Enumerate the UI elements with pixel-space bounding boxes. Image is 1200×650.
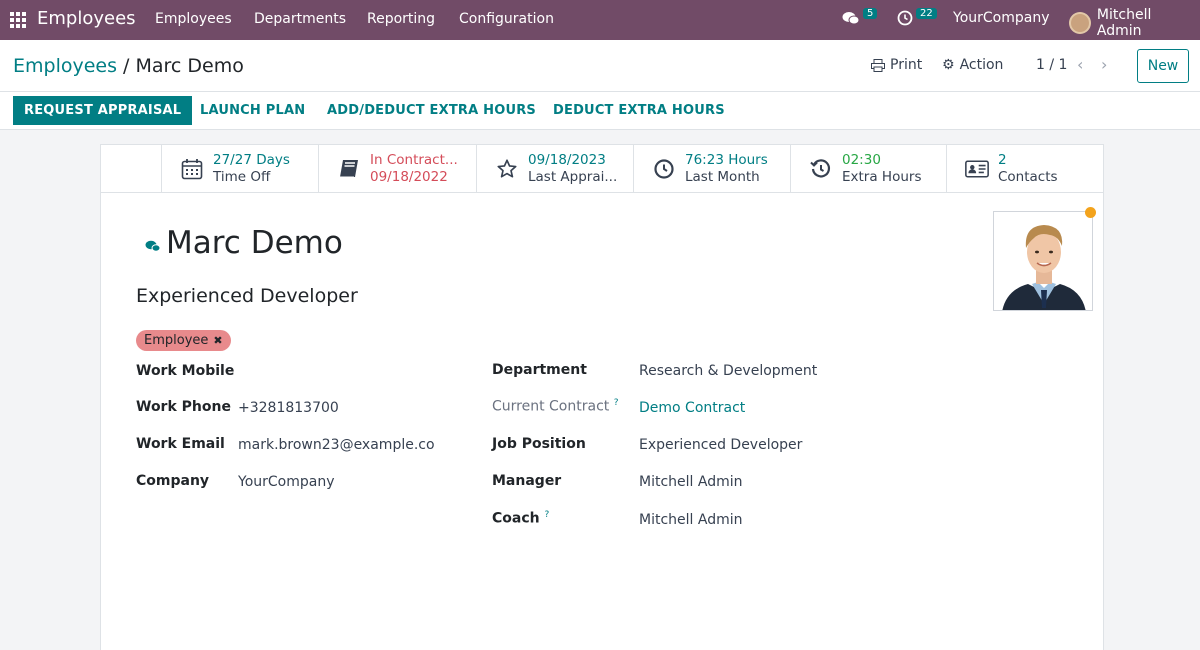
messages-count-badge: 5	[863, 7, 878, 19]
coach-label-text: Coach	[492, 510, 540, 527]
app-name[interactable]: Employees	[37, 8, 136, 29]
activities-count-badge: 22	[916, 7, 937, 19]
attendance-value: 76:23 Hours	[685, 152, 768, 168]
menu-reporting[interactable]: Reporting	[367, 11, 435, 27]
job-position-label: Job Position	[492, 436, 586, 452]
chat-bubble-icon	[842, 12, 860, 25]
contacts-smart-button[interactable]: 2 Contacts	[946, 145, 1103, 193]
action-label: Action	[959, 57, 1004, 73]
appraisal-smart-button[interactable]: 09/18/2023 Last Apprai...	[476, 145, 633, 193]
employee-tag-label: Employee	[144, 333, 209, 348]
help-icon[interactable]: ?	[544, 510, 549, 520]
remove-tag-icon[interactable]: ✖	[213, 334, 222, 347]
smart-button-bar: 27/27 Days Time Off In Contract... 09/18/2…	[101, 145, 1103, 193]
job-position-field[interactable]: Experienced Developer	[639, 437, 899, 453]
extra-hours-label: Extra Hours	[842, 169, 922, 185]
help-icon[interactable]: ?	[614, 398, 619, 408]
employee-name[interactable]: Marc Demo	[166, 225, 343, 261]
work-email-label: Work Email	[136, 436, 225, 452]
department-label: Department	[492, 362, 587, 378]
appraisal-label: Last Apprai...	[528, 169, 618, 185]
breadcrumb-current: Marc Demo	[135, 55, 244, 77]
attendance-smart-button[interactable]: 76:23 Hours Last Month	[633, 145, 790, 193]
time-off-label: Time Off	[213, 169, 271, 185]
calendar-icon	[180, 157, 204, 181]
current-contract-label-text: Current Contract	[492, 398, 610, 415]
clock-icon	[652, 157, 676, 181]
employee-form-sheet: 27/27 Days Time Off In Contract... 09/18/2…	[100, 144, 1104, 650]
messages-button[interactable]: 5	[842, 7, 878, 26]
manager-label: Manager	[492, 473, 562, 489]
presence-status-dot	[1085, 207, 1096, 218]
menu-employees[interactable]: Employees	[155, 11, 232, 27]
user-menu[interactable]: Mitchell Admin	[1069, 7, 1200, 39]
work-mobile-label: Work Mobile	[136, 363, 235, 379]
contract-smart-button[interactable]: In Contract... 09/18/2022	[318, 145, 476, 193]
company-label: Company	[136, 473, 210, 489]
activities-button[interactable]: 22	[897, 7, 937, 26]
top-navbar: Employees Employees Departments Reportin…	[0, 0, 1200, 40]
print-label: Print	[890, 57, 923, 73]
work-email-field[interactable]: mark.brown23@example.com	[238, 437, 434, 453]
deduct-extra-hours-button[interactable]: DEDUCT EXTRA HOURS	[542, 96, 736, 125]
department-field[interactable]: Research & Development	[639, 363, 899, 379]
launch-plan-button[interactable]: LAUNCH PLAN	[189, 96, 316, 125]
employee-job-title[interactable]: Experienced Developer	[136, 285, 358, 307]
contacts-label: Contacts	[998, 169, 1058, 185]
action-bar: REQUEST APPRAISAL LAUNCH PLAN ADD/DEDUCT…	[0, 92, 1200, 130]
manager-field[interactable]: Mitchell Admin	[639, 474, 899, 490]
printer-icon	[871, 58, 885, 72]
history-icon	[809, 157, 833, 181]
extra-hours-value: 02:30	[842, 152, 881, 168]
control-panel: Employees / Marc Demo Print ⚙ Action 1 /…	[0, 40, 1200, 92]
current-contract-link[interactable]: Demo Contract	[639, 400, 899, 416]
app-grid-icon[interactable]	[10, 12, 26, 28]
user-name: Mitchell Admin	[1096, 7, 1152, 39]
action-button[interactable]: ⚙ Action	[942, 57, 1003, 73]
add-deduct-extra-hours-button[interactable]: ADD/DEDUCT EXTRA HOURS	[316, 96, 547, 125]
star-icon	[495, 157, 519, 181]
time-off-value: 27/27 Days	[213, 152, 290, 168]
company-field[interactable]: YourCompany	[238, 474, 438, 490]
user-avatar	[1069, 12, 1091, 34]
breadcrumb-separator: /	[123, 55, 130, 77]
gear-icon: ⚙	[942, 57, 955, 73]
contacts-count: 2	[998, 152, 1007, 168]
chat-icon[interactable]	[145, 238, 161, 257]
book-icon	[337, 157, 361, 181]
pager-next-icon[interactable]: ›	[1101, 55, 1107, 74]
breadcrumb: Employees / Marc Demo	[13, 55, 244, 77]
menu-departments[interactable]: Departments	[254, 11, 346, 27]
company-switcher[interactable]: YourCompany	[953, 10, 1050, 26]
coach-field[interactable]: Mitchell Admin	[639, 512, 899, 528]
current-contract-label: Current Contract ?	[492, 398, 619, 415]
clock-icon	[897, 10, 913, 26]
employee-tag: Employee ✖	[136, 330, 231, 351]
coach-label: Coach ?	[492, 510, 549, 527]
extra-hours-smart-button[interactable]: 02:30 Extra Hours	[790, 145, 946, 193]
pager-value[interactable]: 1 / 1	[1036, 57, 1067, 73]
work-phone-label: Work Phone	[136, 399, 231, 415]
contract-value: In Contract...	[370, 152, 458, 168]
work-phone-field[interactable]: +3281813700	[238, 400, 438, 416]
new-button[interactable]: New	[1137, 49, 1189, 83]
request-appraisal-button[interactable]: REQUEST APPRAISAL	[13, 96, 193, 125]
contract-date: 09/18/2022	[370, 169, 448, 185]
id-card-icon	[965, 157, 989, 181]
breadcrumb-employees-link[interactable]: Employees	[13, 55, 117, 77]
appraisal-value: 09/18/2023	[528, 152, 606, 168]
time-off-smart-button[interactable]: 27/27 Days Time Off	[161, 145, 318, 193]
menu-configuration[interactable]: Configuration	[459, 11, 554, 27]
pager-previous-icon[interactable]: ‹	[1077, 55, 1083, 74]
employee-photo[interactable]	[993, 211, 1093, 311]
attendance-label: Last Month	[685, 169, 760, 185]
print-button[interactable]: Print	[871, 57, 922, 73]
